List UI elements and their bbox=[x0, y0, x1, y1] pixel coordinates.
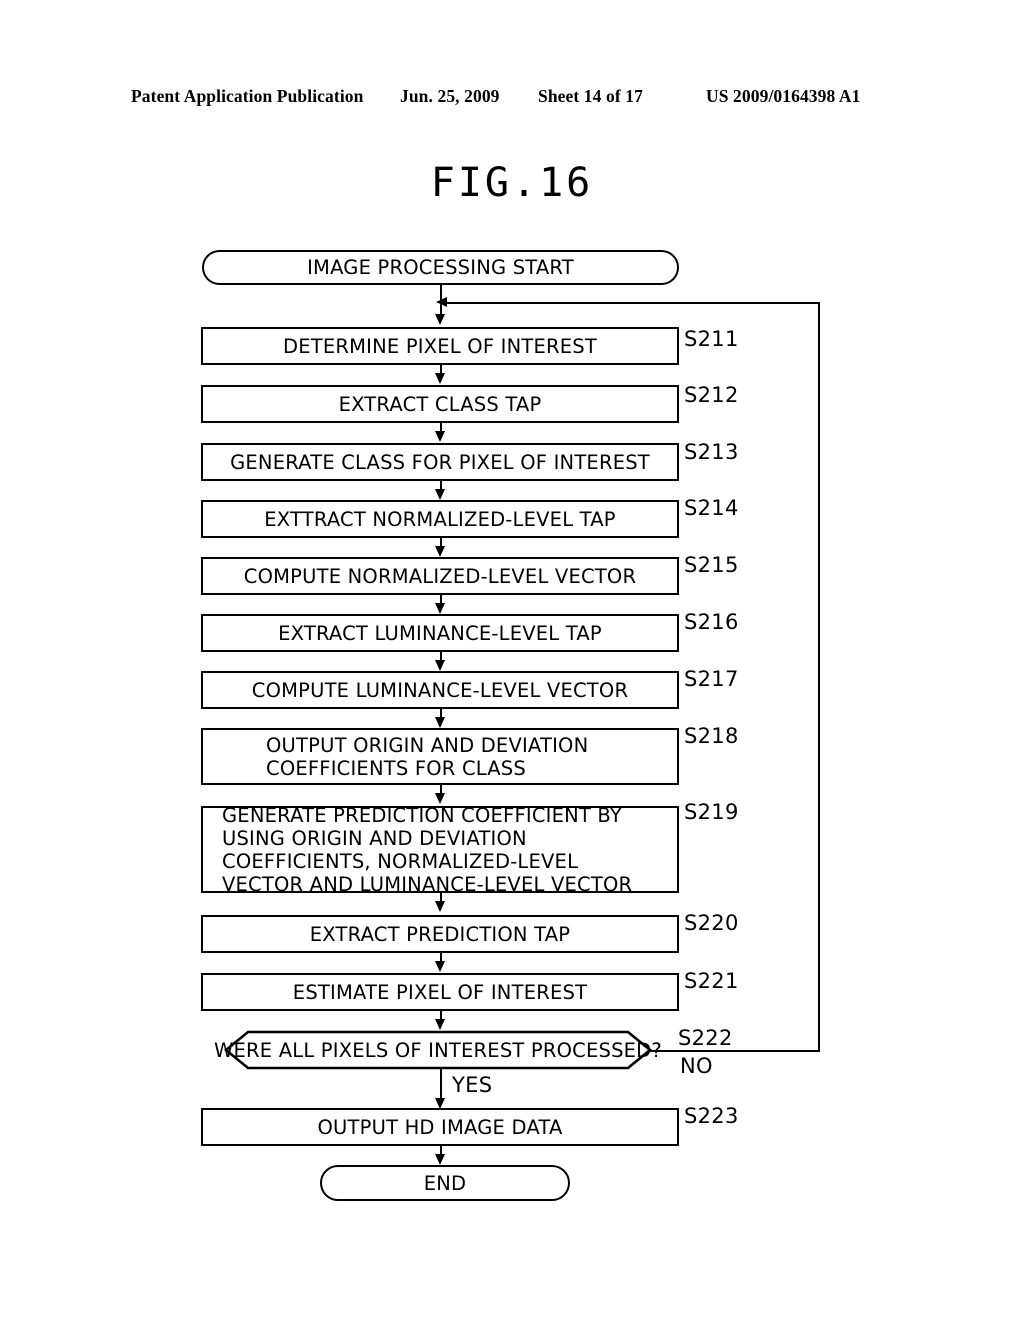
arrowhead-start-to-s211 bbox=[435, 314, 445, 325]
flow-node-s211: DETERMINE PIXEL OF INTEREST bbox=[201, 327, 679, 365]
flow-node-s219: GENERATE PREDICTION COEFFICIENT BY USING… bbox=[201, 803, 679, 896]
flow-node-s211-label: DETERMINE PIXEL OF INTEREST bbox=[283, 334, 597, 358]
flow-node-s214: EXTTRACT NORMALIZED-LEVEL TAP bbox=[201, 500, 679, 538]
flow-node-end-label: END bbox=[423, 1171, 467, 1195]
flow-node-s218: OUTPUT ORIGIN AND DEVIATION COEFFICIENTS… bbox=[201, 728, 679, 785]
flow-node-s213: GENERATE CLASS FOR PIXEL OF INTEREST bbox=[201, 443, 679, 481]
flow-node-s220: EXTRACT PREDICTION TAP bbox=[201, 915, 679, 953]
feedback-segment-up bbox=[818, 302, 820, 1050]
step-label-s222: S222 bbox=[678, 1026, 733, 1050]
flow-node-end: END bbox=[320, 1165, 570, 1201]
step-label-s216: S216 bbox=[684, 610, 739, 634]
flow-node-s223-label: OUTPUT HD IMAGE DATA bbox=[317, 1115, 563, 1139]
flow-node-s216: EXTRACT LUMINANCE-LEVEL TAP bbox=[201, 614, 679, 652]
arrowhead-s221-to-s222 bbox=[435, 1019, 445, 1030]
step-label-s212: S212 bbox=[684, 383, 739, 407]
arrowhead-s213-to-s214 bbox=[435, 489, 445, 500]
step-label-s217: S217 bbox=[684, 667, 739, 691]
branch-label-no: NO bbox=[680, 1054, 713, 1078]
arrowhead-s215-to-s216 bbox=[435, 603, 445, 614]
arrowhead-s217-to-s218 bbox=[435, 717, 445, 728]
step-label-s220: S220 bbox=[684, 911, 739, 935]
step-label-s214: S214 bbox=[684, 496, 739, 520]
arrowhead-s212-to-s213 bbox=[435, 431, 445, 442]
flow-node-s214-label: EXTTRACT NORMALIZED-LEVEL TAP bbox=[264, 507, 616, 531]
flow-node-start-label: IMAGE PROCESSING START bbox=[307, 256, 574, 279]
flow-node-s217: COMPUTE LUMINANCE-LEVEL VECTOR bbox=[201, 671, 679, 709]
flow-node-s217-label: COMPUTE LUMINANCE-LEVEL VECTOR bbox=[251, 678, 629, 702]
arrowhead-s211-to-s212 bbox=[435, 373, 445, 384]
arrowhead-feedback-to-s211 bbox=[436, 297, 447, 307]
flow-node-s212-label: EXTRACT CLASS TAP bbox=[338, 392, 542, 416]
arrowhead-s219-to-s220 bbox=[435, 901, 445, 912]
connector-s222-to-s223 bbox=[440, 1068, 442, 1101]
flow-node-s222: WERE ALL PIXELS OF INTEREST PROCESSED? bbox=[204, 1030, 672, 1070]
branch-label-yes: YES bbox=[452, 1073, 493, 1097]
step-label-s213: S213 bbox=[684, 440, 739, 464]
arrowhead-s216-to-s217 bbox=[435, 660, 445, 671]
flow-node-s218-label: OUTPUT ORIGIN AND DEVIATION COEFFICIENTS… bbox=[266, 733, 589, 780]
arrowhead-s218-to-s219 bbox=[435, 793, 445, 804]
flow-node-s220-label: EXTRACT PREDICTION TAP bbox=[309, 922, 571, 946]
flow-node-s219-label: GENERATE PREDICTION COEFFICIENT BY USING… bbox=[222, 803, 633, 896]
step-label-s215: S215 bbox=[684, 553, 739, 577]
arrowhead-s223-to-end bbox=[435, 1154, 445, 1165]
step-label-s221: S221 bbox=[684, 969, 739, 993]
flow-node-s223: OUTPUT HD IMAGE DATA bbox=[201, 1108, 679, 1146]
flow-node-s215-label: COMPUTE NORMALIZED-LEVEL VECTOR bbox=[243, 564, 637, 588]
feedback-segment-left bbox=[447, 302, 820, 304]
flow-node-s213-label: GENERATE CLASS FOR PIXEL OF INTEREST bbox=[230, 450, 650, 474]
arrowhead-s220-to-s221 bbox=[435, 961, 445, 972]
flow-node-start: IMAGE PROCESSING START bbox=[202, 250, 679, 285]
flowchart: IMAGE PROCESSING START DETERMINE PIXEL O… bbox=[0, 0, 1024, 1320]
step-label-s218: S218 bbox=[684, 724, 739, 748]
step-label-s219: S219 bbox=[684, 800, 739, 824]
flow-node-s221: ESTIMATE PIXEL OF INTEREST bbox=[201, 973, 679, 1011]
flow-node-s212: EXTRACT CLASS TAP bbox=[201, 385, 679, 423]
feedback-segment-right bbox=[650, 1050, 820, 1052]
arrowhead-s214-to-s215 bbox=[435, 546, 445, 557]
flow-node-s222-label: WERE ALL PIXELS OF INTEREST PROCESSED? bbox=[214, 1038, 662, 1062]
flow-node-s215: COMPUTE NORMALIZED-LEVEL VECTOR bbox=[201, 557, 679, 595]
step-label-s223: S223 bbox=[684, 1104, 739, 1128]
flow-node-s216-label: EXTRACT LUMINANCE-LEVEL TAP bbox=[278, 621, 602, 645]
flow-node-s221-label: ESTIMATE PIXEL OF INTEREST bbox=[292, 980, 588, 1004]
step-label-s211: S211 bbox=[684, 327, 739, 351]
